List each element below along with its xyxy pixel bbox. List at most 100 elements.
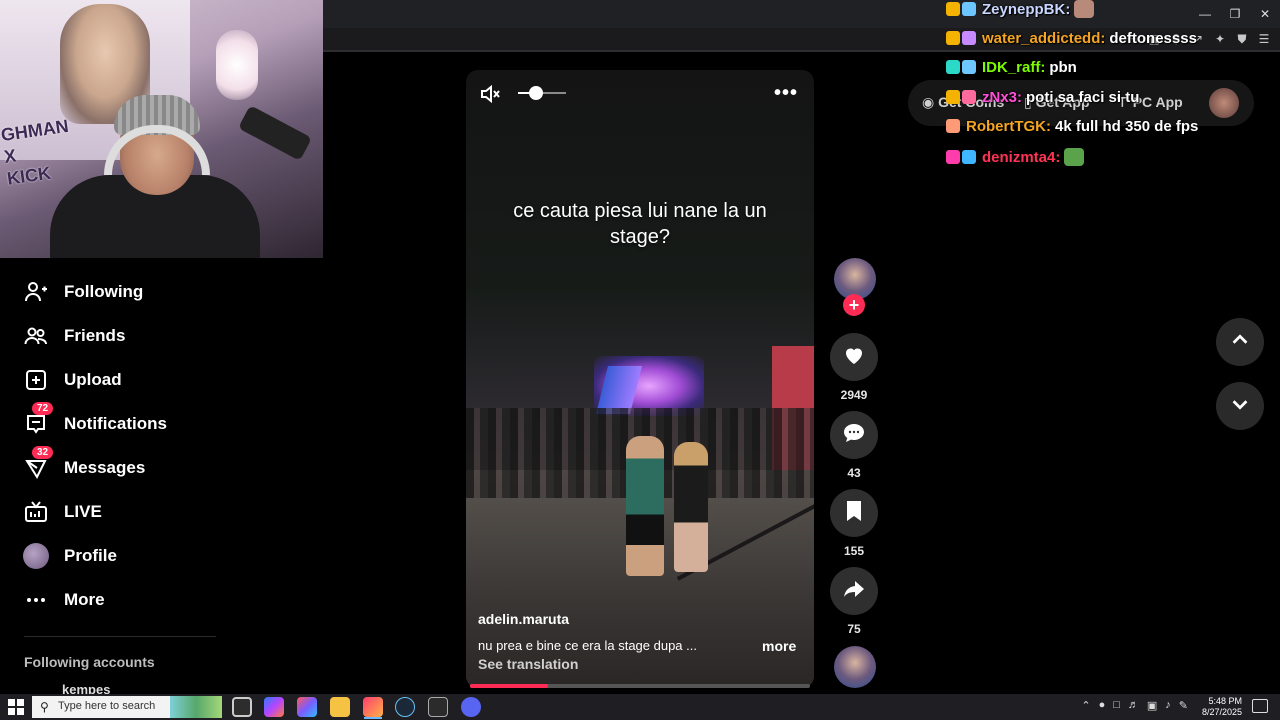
sidebar-item-label: Following (64, 282, 144, 301)
notification-center-icon[interactable] (1252, 699, 1268, 713)
share-button[interactable] (830, 567, 878, 615)
microphone-icon[interactable]: ● (1099, 699, 1106, 712)
sidebar-item-live[interactable]: LIVE (22, 496, 102, 528)
network-icon[interactable]: □ (1113, 699, 1120, 712)
chat-message: RobertTGK: 4k full hd 350 de fps (946, 118, 1198, 135)
chat-username[interactable]: water_addictedd: (982, 30, 1105, 47)
chat-username[interactable]: IDK_raff: (982, 59, 1045, 76)
xbox-icon[interactable] (428, 697, 448, 717)
chat-username[interactable]: RobertTGK: (966, 118, 1051, 135)
see-translation-link[interactable]: See translation (478, 656, 578, 672)
description-more-link[interactable]: more (762, 638, 796, 654)
files-icon[interactable] (330, 697, 350, 717)
follow-plus-icon[interactable]: + (843, 294, 865, 316)
windows-start-icon[interactable] (8, 699, 24, 715)
taskbar-clock[interactable]: 5:48 PM 8/27/2025 (1202, 696, 1242, 718)
pen-icon[interactable]: ✎ (1179, 699, 1188, 712)
video-more-options-icon[interactable]: ••• (774, 82, 798, 105)
chat-badge-icon (946, 31, 960, 45)
chat-emote-icon (1064, 148, 1085, 166)
volume-muted-icon[interactable] (478, 82, 502, 106)
messages-badge: 32 (32, 446, 54, 459)
chat-username[interactable]: denizmta4: (982, 149, 1060, 166)
chat-message: water_addictedd: deftonessss (946, 30, 1197, 47)
sidebar-item-label: Profile (64, 546, 117, 565)
following-icon (22, 278, 50, 306)
active-app-indicator (364, 717, 382, 719)
chat-username[interactable]: ZeyneppBK: (982, 1, 1070, 18)
volume-slider-handle[interactable] (529, 86, 543, 100)
clock-time: 5:48 PM (1208, 696, 1242, 706)
sidebar-item-profile[interactable]: Profile (22, 540, 117, 572)
bookmark-icon (844, 500, 864, 527)
comment-icon (842, 421, 866, 450)
screen: — ❐ ✕ ⊣ ▣ ⚲ ↗ ✦ ⛊ ☰ GHMAN X KICK Followi… (0, 0, 1280, 720)
following-accounts-title: Following accounts (24, 654, 155, 670)
chat-text: poti sa faci si tu (1026, 89, 1140, 106)
save-button[interactable] (830, 489, 878, 537)
chat-text: 4k full hd 350 de fps (1055, 118, 1199, 135)
chat-badge-icon (946, 119, 960, 133)
discord-icon[interactable] (461, 697, 481, 717)
browser-icon[interactable] (363, 697, 383, 717)
notifications-icon: 72 (22, 402, 54, 438)
next-creator-avatar[interactable] (834, 646, 876, 688)
profile-avatar (22, 542, 50, 570)
window-controls: — ❐ ✕ (1190, 0, 1280, 28)
comment-button[interactable] (830, 411, 878, 459)
extensions-icon[interactable]: ✦ (1212, 32, 1228, 47)
chevron-down-icon (1229, 393, 1251, 420)
sidebar-item-upload[interactable]: Upload (22, 364, 122, 396)
sidebar-item-friends[interactable]: Friends (22, 320, 125, 352)
share-arrow-icon (842, 577, 866, 606)
pc-app-label: PC App (1132, 94, 1183, 110)
shield-icon[interactable]: ⛊ (1234, 32, 1250, 47)
sidebar-item-label: Messages (64, 458, 146, 477)
windows-taskbar: ⚲ Type here to search ⌃ ● □ ♬ ▣ ♪ ✎ 5:48… (0, 694, 1280, 720)
chevron-up-icon (1229, 329, 1251, 356)
minimize-icon[interactable]: — (1190, 0, 1220, 28)
video-player[interactable] (466, 70, 814, 688)
task-view-icon[interactable] (232, 697, 252, 717)
chevron-up-tray-icon[interactable]: ⌃ (1081, 699, 1090, 712)
speaker-icon[interactable]: ♬ (1128, 699, 1139, 712)
friends-icon (22, 322, 50, 350)
copilot-icon[interactable] (264, 697, 284, 717)
chat-username[interactable]: zNx3: (982, 89, 1022, 106)
maximize-icon[interactable]: ❐ (1220, 0, 1250, 28)
sidebar-item-label: Friends (64, 326, 126, 345)
next-video-button[interactable] (1216, 382, 1264, 430)
chat-badge-icon (962, 60, 976, 74)
sidebar-item-label: Upload (64, 370, 122, 389)
save-count: 155 (843, 544, 865, 558)
chat-text: deftonessss (1109, 30, 1197, 47)
user-avatar[interactable] (1209, 88, 1239, 118)
close-icon[interactable]: ✕ (1250, 0, 1280, 28)
upload-icon (22, 366, 50, 394)
chat-badge-icon (946, 2, 960, 16)
sidebar-item-notifications[interactable]: 72 Notifications (22, 402, 167, 440)
office-icon[interactable] (297, 697, 317, 717)
taskbar-search-input[interactable]: ⚲ Type here to search (32, 696, 222, 718)
like-button[interactable] (830, 333, 878, 381)
chat-message: ZeyneppBK: (946, 0, 1095, 18)
sidebar-item-label: LIVE (64, 502, 102, 521)
menu-icon[interactable]: ☰ (1256, 32, 1272, 47)
volume-icon[interactable]: ♪ (1165, 699, 1171, 712)
chat-message: IDK_raff: pbn (946, 59, 1077, 76)
sidebar-item-following[interactable]: Following (22, 276, 143, 308)
steam-icon[interactable] (395, 697, 415, 717)
sidebar-item-more[interactable]: More (22, 584, 105, 616)
sidebar-item-messages[interactable]: 32 Messages (22, 446, 146, 484)
live-icon (22, 498, 50, 526)
previous-video-button[interactable] (1216, 318, 1264, 366)
sidebar-item-label: More (64, 590, 105, 609)
chat-badge-icon (962, 2, 976, 16)
chat-message: denizmta4: (946, 148, 1085, 166)
chat-badge-icon (946, 150, 960, 164)
browser-tab[interactable] (323, 0, 923, 28)
video-author[interactable]: adelin.maruta (478, 611, 569, 627)
display-icon[interactable]: ▣ (1147, 699, 1157, 712)
sidebar-nav: Following Friends Upload 72 Notification… (0, 258, 240, 697)
more-icon (22, 586, 50, 614)
